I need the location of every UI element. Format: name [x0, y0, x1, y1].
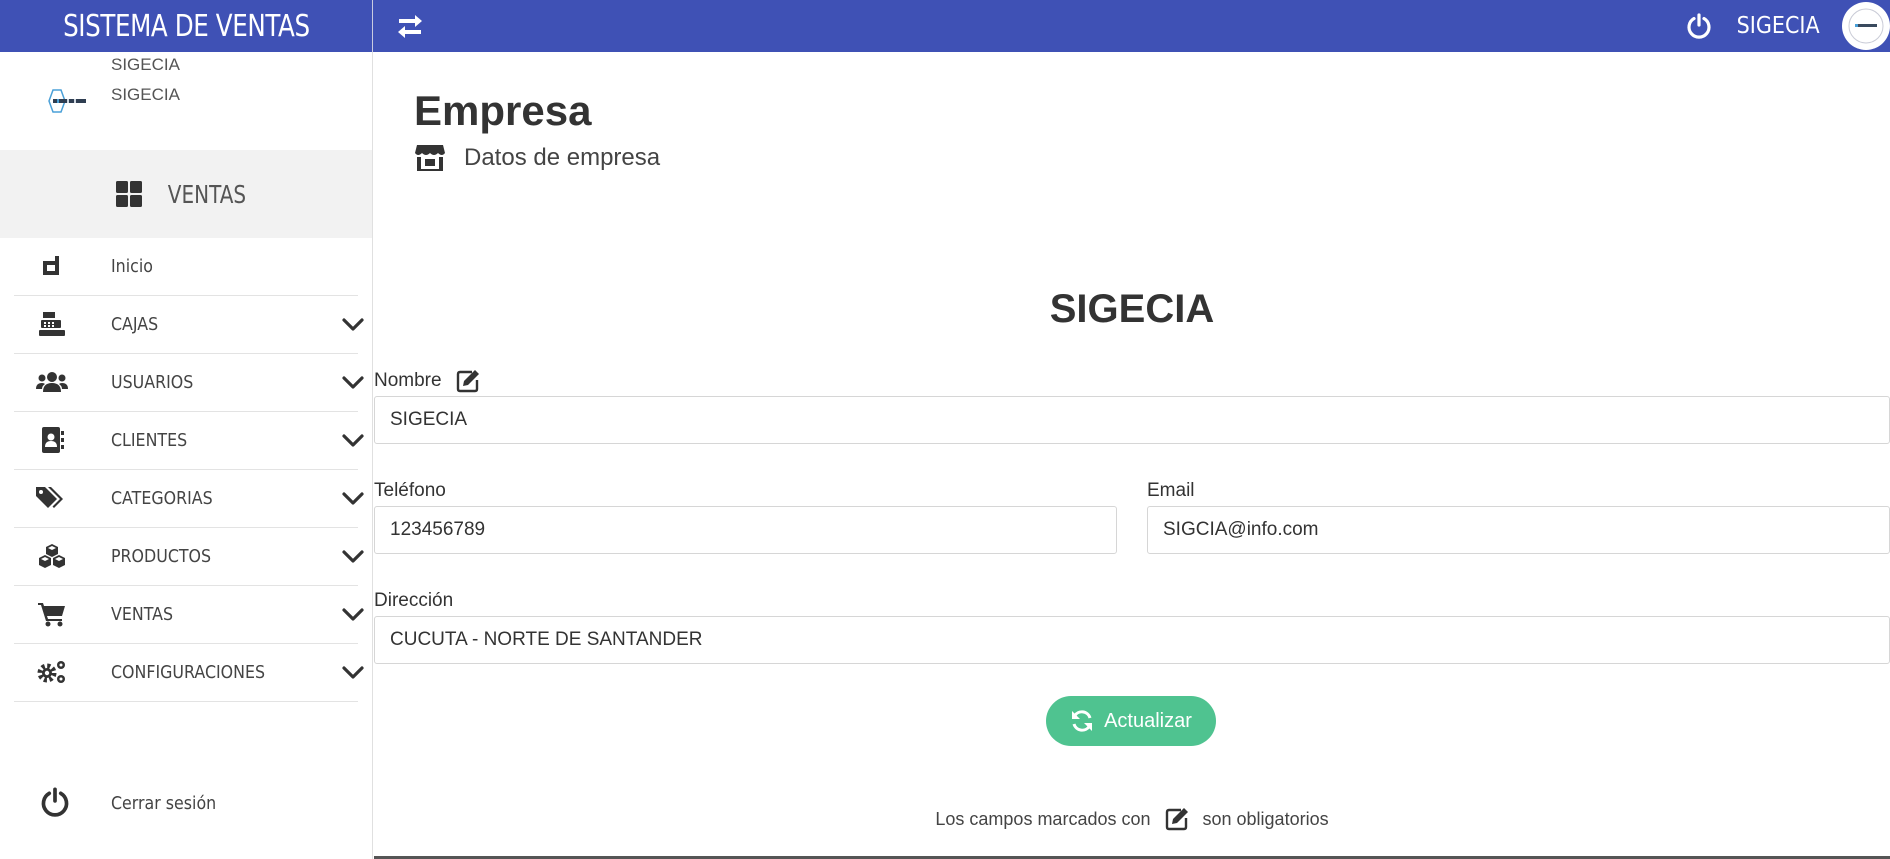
company-logo-icon	[1848, 8, 1884, 44]
direccion-label-row: Dirección	[374, 590, 453, 612]
sidebar-item-label: CLIENTES	[111, 430, 188, 451]
company-logo-icon	[48, 89, 86, 113]
sidebar-item-label: Inicio	[111, 256, 153, 277]
sidebar-section-title: VENTAS	[167, 179, 247, 209]
logout-button[interactable]: Cerrar sesión	[14, 783, 358, 823]
telefono-label-row: Teléfono	[374, 480, 446, 502]
page-title: Empresa	[414, 87, 592, 134]
sidebar-item-label: CATEGORIAS	[111, 488, 213, 509]
sidebar-item-label: VENTAS	[111, 604, 174, 625]
home-icon	[36, 250, 68, 282]
sidebar-item-inicio[interactable]: Inicio	[14, 238, 358, 296]
edit-icon	[456, 370, 479, 393]
page-subtitle-text: Datos de empresa	[464, 144, 661, 171]
telefono-field[interactable]	[374, 506, 1117, 554]
main-content: Empresa Datos de empresa SIGECIA Nombre …	[374, 52, 1890, 859]
cubes-icon	[36, 540, 68, 572]
email-label: Email	[1147, 480, 1195, 501]
chevron-down-icon	[342, 318, 364, 331]
chevron-down-icon	[342, 434, 364, 447]
required-note: Los campos marcados con son obligatorios	[374, 807, 1890, 831]
sidebar-item-label: PRODUCTOS	[111, 546, 212, 567]
store-icon	[415, 145, 445, 171]
avatar[interactable]	[1842, 2, 1890, 50]
company-name-heading: SIGECIA	[1049, 287, 1215, 331]
top-bar: SISTEMA DE VENTAS SIGECIA	[0, 0, 1890, 52]
sidebar-section-header: VENTAS	[0, 150, 372, 238]
sidebar-item-ventas[interactable]: VENTAS	[14, 586, 364, 644]
chevron-down-icon	[342, 492, 364, 505]
sidebar-item-label: CAJAS	[111, 314, 159, 335]
email-label-row: Email	[1147, 480, 1195, 502]
user-name[interactable]: SIGECIA	[1732, 13, 1824, 39]
users-icon	[36, 366, 68, 398]
user-area: SIGECIA	[1684, 0, 1890, 52]
sidebar-item-categorias[interactable]: CATEGORIAS	[14, 470, 364, 528]
sidebar-item-clientes[interactable]: CLIENTES	[14, 412, 364, 470]
power-icon	[41, 787, 69, 817]
nombre-label-row: Nombre	[374, 369, 480, 393]
required-note-before: Los campos marcados con	[935, 808, 1151, 829]
address-book-icon	[36, 424, 68, 456]
logout-label: Cerrar sesión	[111, 793, 217, 814]
telefono-label: Teléfono	[374, 480, 446, 501]
grid-icon	[116, 181, 143, 207]
update-button[interactable]: Actualizar	[1046, 696, 1216, 746]
edit-icon	[1165, 808, 1188, 831]
tags-icon	[36, 482, 68, 514]
sidebar-item-configuraciones[interactable]: CONFIGURACIONES	[14, 644, 364, 702]
nombre-field[interactable]	[374, 396, 1890, 444]
profile-panel: SIGECIA SIGECIA	[0, 52, 372, 150]
sidebar-item-label: USUARIOS	[111, 372, 194, 393]
sidebar-toggle-button[interactable]	[392, 8, 428, 44]
cogs-icon	[36, 656, 68, 688]
chevron-down-icon	[342, 666, 364, 679]
sidebar: SIGECIA SIGECIA VENTAS Inicio CAJAS USUA…	[0, 52, 373, 859]
sidebar-item-productos[interactable]: PRODUCTOS	[14, 528, 364, 586]
required-note-after: son obligatorios	[1202, 808, 1329, 829]
exchange-icon	[398, 15, 422, 38]
nombre-label: Nombre	[374, 370, 442, 391]
refresh-icon	[1072, 710, 1093, 732]
email-field[interactable]	[1147, 506, 1890, 554]
profile-role: SIGECIA	[111, 85, 180, 104]
sidebar-item-usuarios[interactable]: USUARIOS	[14, 354, 364, 412]
chevron-down-icon	[342, 376, 364, 389]
cart-icon	[36, 598, 68, 630]
direccion-label: Dirección	[374, 590, 454, 611]
power-icon	[1687, 13, 1711, 39]
profile-name: SIGECIA	[111, 55, 180, 74]
sidebar-item-label: CONFIGURACIONES	[111, 662, 266, 683]
cash-register-icon	[36, 308, 68, 340]
direccion-field[interactable]	[374, 616, 1890, 664]
sidebar-menu: Inicio CAJAS USUARIOS CLIENTES CATEGORIA…	[14, 238, 364, 702]
power-button[interactable]	[1684, 11, 1714, 41]
app-title: SISTEMA DE VENTAS	[0, 0, 373, 52]
chevron-down-icon	[342, 608, 364, 621]
page-subtitle: Datos de empresa	[414, 142, 660, 174]
chevron-down-icon	[342, 550, 364, 563]
sidebar-item-cajas[interactable]: CAJAS	[14, 296, 364, 354]
update-button-label: Actualizar	[1104, 709, 1192, 732]
